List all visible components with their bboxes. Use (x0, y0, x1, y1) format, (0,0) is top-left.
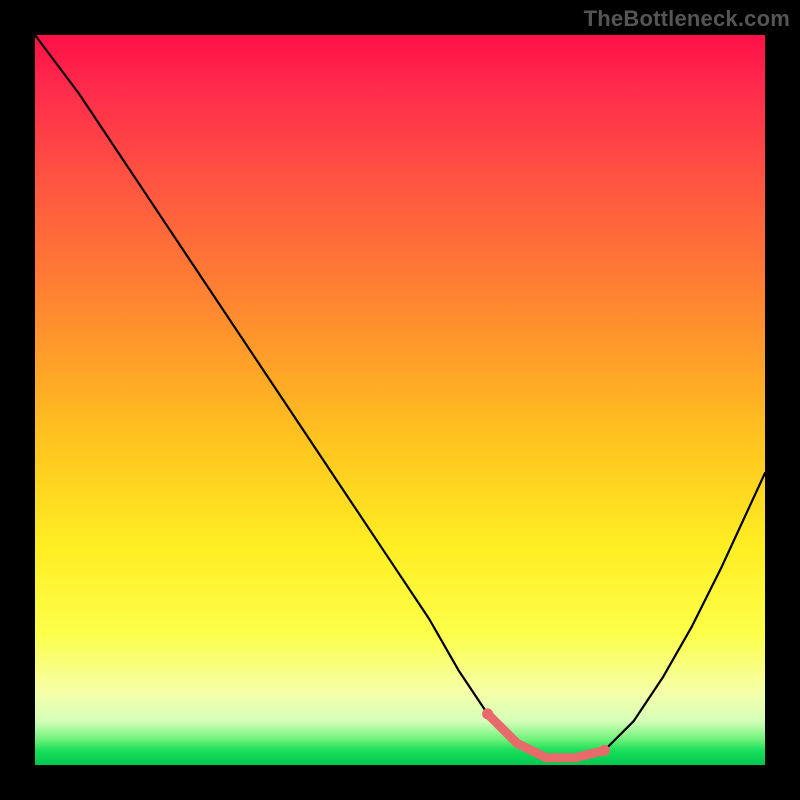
plot-area (35, 35, 765, 765)
optimal-range-start-dot (482, 708, 493, 719)
bottleneck-curve (35, 35, 765, 758)
curve-svg (35, 35, 765, 765)
optimal-range-segment (488, 714, 605, 758)
watermark-text: TheBottleneck.com (584, 6, 790, 32)
optimal-range-end-dot (599, 745, 610, 756)
chart-frame: TheBottleneck.com (0, 0, 800, 800)
